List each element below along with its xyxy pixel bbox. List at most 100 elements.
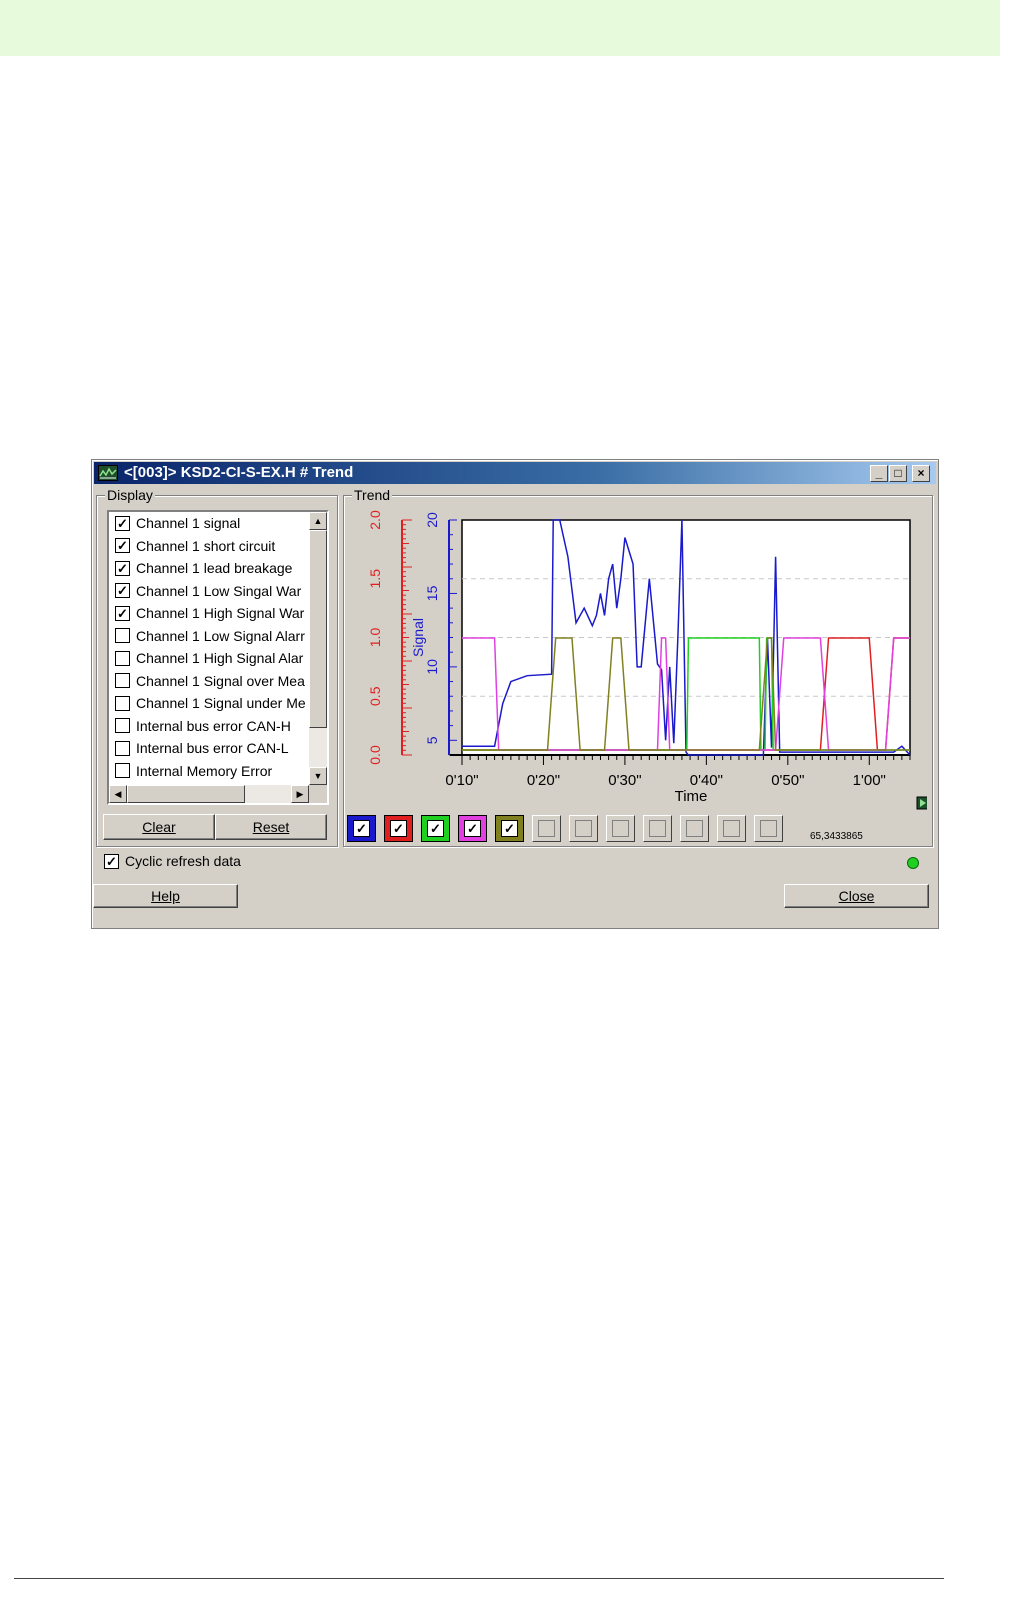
display-list-item[interactable]: ✓ Channel 1 signal [111, 512, 307, 535]
item-label: Internal bus error CAN-H [136, 717, 291, 734]
series-toggle-check: ✓ [427, 820, 444, 837]
reset-button[interactable]: Reset [215, 814, 327, 840]
item-label: Channel 1 Low Singal War [136, 582, 302, 599]
item-label: Channel 1 Signal over Mea [136, 672, 305, 689]
value-readout: 65,3433865 [810, 831, 863, 842]
minimize-button[interactable]: _ [870, 465, 888, 482]
left-axis-tick-label: 1.0 [367, 628, 383, 648]
x-axis-tick-label: 0'30" [608, 772, 641, 789]
scroll-thumb[interactable] [309, 530, 327, 728]
hscroll-thumb[interactable] [127, 785, 245, 803]
display-list-item[interactable]: Channel 1 Signal under Me [111, 692, 307, 715]
display-list-item[interactable]: Internal bus error CAN-L [111, 737, 307, 760]
series-toggle[interactable] [754, 815, 783, 842]
cyclic-refresh-option[interactable]: ✓ Cyclic refresh data [104, 853, 241, 869]
series-toggle[interactable] [643, 815, 672, 842]
footer-rule [14, 1578, 944, 1579]
cyclic-refresh-label: Cyclic refresh data [125, 853, 241, 869]
scroll-left-icon[interactable]: ◀ [109, 785, 127, 803]
series-toggle[interactable]: ✓ [347, 815, 376, 842]
item-label: Internal Memory Error [136, 762, 273, 779]
item-label: Internal bus error CAN-L [136, 740, 289, 757]
display-list-item[interactable]: Internal Memory Error [111, 760, 307, 783]
item-label: Channel 1 Signal under Me [136, 695, 306, 712]
item-label: Channel 1 High Signal War [136, 605, 305, 622]
scroll-down-icon[interactable]: ▼ [309, 767, 327, 785]
item-checkbox[interactable]: ✓ [115, 605, 130, 621]
display-list-item[interactable]: Channel 1 High Signal Alar [111, 647, 307, 670]
series-toggle-check [760, 820, 777, 837]
vertical-scrollbar[interactable]: ▲ ▼ [309, 512, 327, 785]
left-axis-tick-label: 0.0 [367, 745, 383, 765]
item-label: Channel 1 High Signal Alar [136, 650, 304, 667]
item-checkbox[interactable] [115, 650, 130, 666]
series-toggle-check [723, 820, 740, 837]
display-list-items: ✓ Channel 1 signal ✓ Channel 1 short circui… [111, 512, 307, 785]
item-label: Channel 1 short circuit [136, 537, 276, 554]
item-checkbox[interactable]: ✓ [115, 560, 130, 576]
signal-axis-label: Signal [410, 618, 426, 657]
status-led-icon [907, 857, 919, 869]
display-list-item[interactable]: Internal bus error CAN-H [111, 715, 307, 738]
series-toggle[interactable] [606, 815, 635, 842]
display-list-item[interactable]: ✓ Channel 1 Low Singal War [111, 580, 307, 603]
display-list[interactable]: ✓ Channel 1 signal ✓ Channel 1 short circui… [107, 510, 329, 805]
close-window-button[interactable]: × [912, 465, 930, 482]
display-list-item[interactable]: ✓ Channel 1 lead breakage [111, 557, 307, 580]
window-title: <[003]> KSD2-CI-S-EX.H # Trend [124, 464, 354, 481]
trend-chart[interactable]: 0.0 0.5 1.0 1.5 2.0 5 10 15 20 Signal 0'10" 0'20" 0'… [347, 507, 927, 812]
help-button-label: Help [151, 888, 180, 904]
help-button[interactable]: Help [93, 884, 238, 908]
item-checkbox[interactable]: ✓ [115, 515, 130, 531]
maximize-button[interactable]: □ [889, 465, 907, 482]
series-toggle[interactable] [569, 815, 598, 842]
item-label: Channel 1 lead breakage [136, 560, 293, 577]
series-toggle-check [649, 820, 666, 837]
item-label: Channel 1 signal [136, 515, 241, 532]
series-toggle[interactable]: ✓ [495, 815, 524, 842]
scroll-corner [309, 785, 327, 803]
series-toggle[interactable] [532, 815, 561, 842]
signal-axis-tick-label: 5 [424, 736, 440, 744]
left-axis-tick-label: 0.5 [367, 686, 383, 706]
series-toggle[interactable]: ✓ [458, 815, 487, 842]
display-group-label: Display [105, 487, 155, 503]
series-toggle-check [575, 820, 592, 837]
signal-axis-tick-label: 20 [424, 512, 440, 528]
item-checkbox[interactable] [115, 740, 130, 756]
x-axis-tick-label: 1'00" [853, 772, 886, 789]
item-checkbox[interactable] [115, 628, 130, 644]
series-toggle[interactable] [717, 815, 746, 842]
item-checkbox[interactable] [115, 673, 130, 689]
series-toggle[interactable]: ✓ [421, 815, 450, 842]
trend-app-icon [98, 465, 118, 481]
item-checkbox[interactable] [115, 763, 130, 779]
display-list-item[interactable]: ✓ Channel 1 High Signal War [111, 602, 307, 625]
signal-axis-tick-label: 10 [424, 659, 440, 675]
clear-button-label: Clear [142, 819, 176, 835]
title-bar[interactable]: <[003]> KSD2-CI-S-EX.H # Trend _ □ × [94, 462, 936, 484]
item-checkbox[interactable]: ✓ [115, 583, 130, 599]
item-checkbox[interactable]: ✓ [115, 538, 130, 554]
horizontal-scrollbar[interactable]: ◀ ▶ [109, 785, 309, 803]
cyclic-refresh-checkbox[interactable]: ✓ [104, 853, 119, 869]
series-toggle[interactable]: ✓ [384, 815, 413, 842]
x-axis-tick-label: 0'40" [690, 772, 723, 789]
display-list-item[interactable]: Channel 1 Low Signal Alarr [111, 625, 307, 648]
scroll-up-icon[interactable]: ▲ [309, 512, 327, 530]
display-list-item[interactable]: Channel 1 Signal over Mea [111, 670, 307, 693]
trend-group-label: Trend [352, 487, 393, 503]
scroll-right-icon[interactable]: ▶ [291, 785, 309, 803]
close-button[interactable]: Close [784, 884, 929, 908]
top-banner [0, 0, 1000, 56]
left-axis-tick-label: 2.0 [367, 510, 383, 530]
item-checkbox[interactable] [115, 718, 130, 734]
series-toggle[interactable] [680, 815, 709, 842]
clear-button[interactable]: Clear [103, 814, 215, 840]
x-axis-tick-label: 0'10" [445, 772, 478, 789]
close-button-label: Close [838, 888, 875, 904]
item-checkbox[interactable] [115, 695, 130, 711]
series-toggle-check [686, 820, 703, 837]
x-axis-label: Time [675, 788, 708, 805]
display-list-item[interactable]: ✓ Channel 1 short circuit [111, 535, 307, 558]
